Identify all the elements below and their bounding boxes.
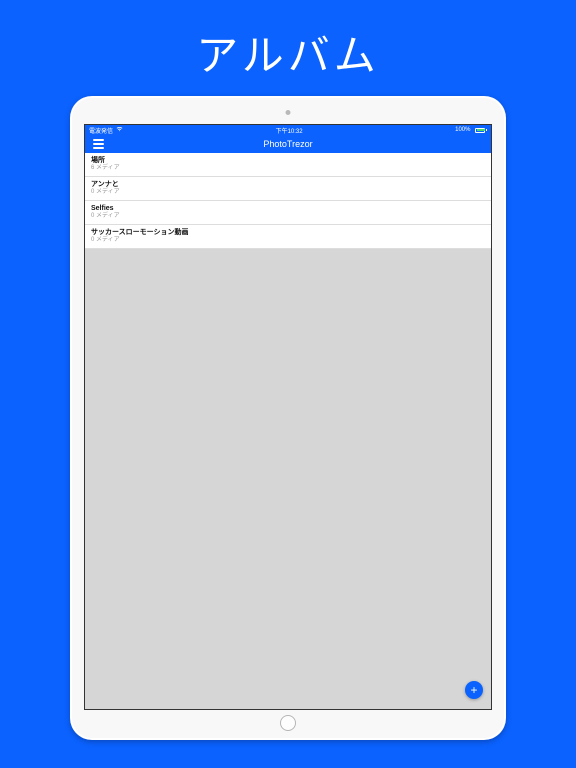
album-subtitle: 0 メディア xyxy=(91,213,485,221)
menu-icon xyxy=(93,139,104,149)
tablet-bezel: 電波発信 下午10:32 100% xyxy=(72,98,504,738)
album-list: 場所 6 メディア アンナと 0 メディア Selfies 0 メディア サッカ… xyxy=(85,153,491,249)
album-title: アンナと xyxy=(91,180,485,189)
album-title: サッカースローモーション動画 xyxy=(91,228,485,237)
list-item[interactable]: Selfies 0 メディア xyxy=(85,201,491,225)
list-item[interactable]: アンナと 0 メディア xyxy=(85,177,491,201)
album-title: 場所 xyxy=(91,156,485,165)
battery-icon xyxy=(473,128,487,133)
menu-button[interactable] xyxy=(89,135,107,153)
album-subtitle: 0 メディア xyxy=(91,237,485,245)
clock-label: 下午10:32 xyxy=(276,126,303,135)
camera-dot xyxy=(286,110,291,115)
screen: 電波発信 下午10:32 100% xyxy=(84,124,492,710)
add-button[interactable]: + xyxy=(465,681,483,699)
plus-icon: + xyxy=(470,684,477,696)
battery-percent: 100% xyxy=(455,127,470,133)
nav-title: PhotoTrezor xyxy=(263,139,312,149)
home-button[interactable] xyxy=(280,715,296,731)
album-subtitle: 6 メディア xyxy=(91,165,485,173)
list-item[interactable]: サッカースローモーション動画 0 メディア xyxy=(85,225,491,249)
status-left: 電波発信 xyxy=(89,126,123,135)
wifi-icon xyxy=(116,126,123,134)
status-right: 100% xyxy=(455,127,487,133)
status-bar: 電波発信 下午10:32 100% xyxy=(85,125,491,135)
album-title: Selfies xyxy=(91,204,485,213)
carrier-label: 電波発信 xyxy=(89,126,113,135)
album-subtitle: 0 メディア xyxy=(91,189,485,197)
content-area: 場所 6 メディア アンナと 0 メディア Selfies 0 メディア サッカ… xyxy=(85,153,491,709)
nav-bar: PhotoTrezor xyxy=(85,135,491,153)
list-item[interactable]: 場所 6 メディア xyxy=(85,153,491,177)
page-heading: アルバム xyxy=(0,0,576,83)
tablet-frame: 電波発信 下午10:32 100% xyxy=(70,96,506,740)
